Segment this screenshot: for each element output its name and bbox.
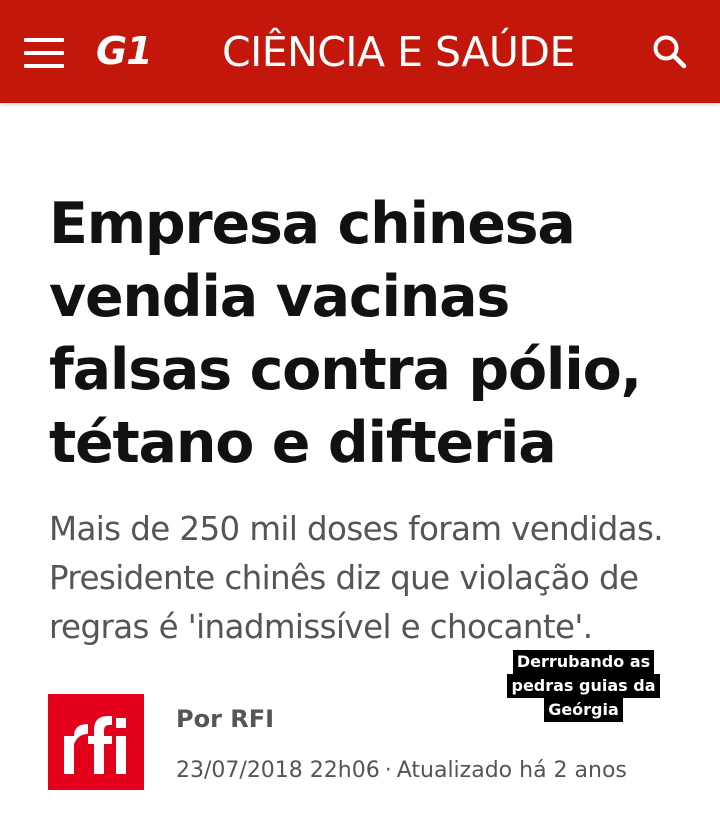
overlay-line-1: Derrubando as [512, 650, 655, 674]
overlay-line-3: Geórgia [544, 698, 623, 722]
hamburger-menu-icon[interactable] [24, 38, 64, 68]
overlay-caption: Derrubando as pedras guias da Geórgia [506, 650, 661, 722]
g1-logo[interactable]: G1 [96, 28, 153, 74]
byline-author[interactable]: Por RFI [176, 703, 274, 735]
top-header-bar: G1 CIÊNCIA E SAÚDE [0, 0, 720, 103]
article-headline: Empresa chinesa vendia vacinas falsas co… [49, 191, 642, 476]
article-page: G1 CIÊNCIA E SAÚDE Empresa chinesa vendi… [0, 0, 720, 821]
date-separator: · [384, 758, 392, 783]
search-icon[interactable] [650, 32, 690, 72]
rfi-logo [48, 694, 144, 790]
article-subtitle: Mais de 250 mil doses foram vendidas. Pr… [49, 510, 664, 646]
byline-date-row: 23/07/2018 22h06 · Atualizado há 2 anos [176, 755, 627, 787]
section-title[interactable]: CIÊNCIA E SAÚDE [222, 25, 592, 79]
overlay-line-2: pedras guias da [507, 674, 660, 698]
updated-text: Atualizado há 2 anos [396, 758, 627, 783]
publish-date: 23/07/2018 22h06 [176, 758, 380, 783]
